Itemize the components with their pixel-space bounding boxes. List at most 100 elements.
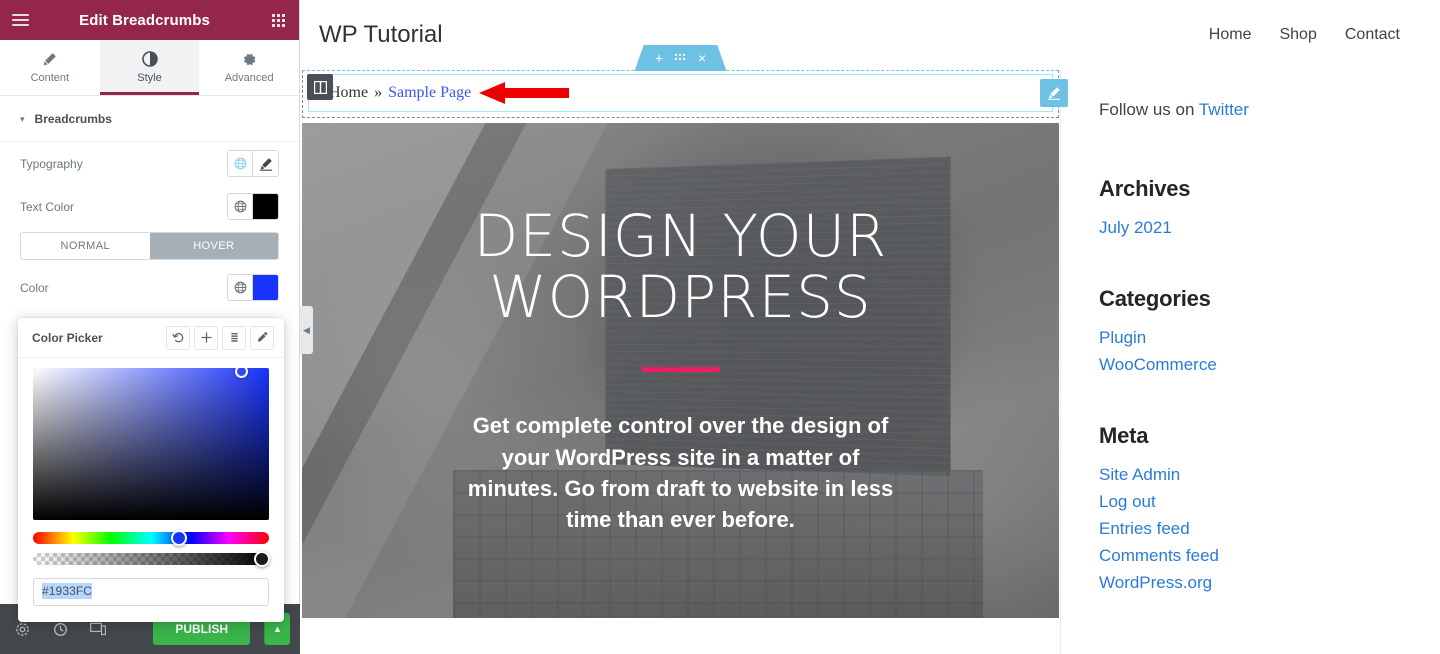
meta-link-entries-feed[interactable]: Entries feed [1099, 519, 1190, 538]
color-picker-eyedropper-button[interactable] [250, 325, 274, 350]
hex-color-input[interactable] [33, 578, 269, 606]
column-handle[interactable] [307, 74, 333, 100]
hover-color-buttons [227, 274, 279, 301]
preview-canvas: WP Tutorial Home Shop Contact + × Home »… [301, 0, 1440, 654]
edit-widget-button[interactable] [1040, 79, 1068, 107]
panel-collapse-handle[interactable]: ◀ [300, 306, 313, 354]
contrast-half-circle-icon [141, 51, 158, 67]
hamburger-icon [11, 19, 29, 21]
saturation-value-area[interactable] [33, 368, 269, 520]
color-picker-popup: Color Picker #1933FC [18, 318, 284, 622]
tab-style-label: Style [137, 72, 162, 84]
meta-link-comments-feed[interactable]: Comments feed [1099, 546, 1219, 565]
color-picker-body: #1933FC [18, 358, 284, 622]
color-picker-title: Color Picker [32, 330, 103, 345]
text-color-swatch[interactable] [253, 194, 278, 219]
typography-global-button[interactable] [228, 151, 253, 176]
follow-us-widget: Follow us on Twitter [1099, 100, 1440, 120]
list-item: WooCommerce [1099, 355, 1440, 375]
meta-link-wordpress-org[interactable]: WordPress.org [1099, 573, 1212, 592]
list-item: July 2021 [1099, 218, 1440, 238]
globe-icon [234, 281, 246, 294]
pencil-icon [43, 52, 57, 65]
control-text-color: Text Color [20, 185, 279, 228]
follow-prefix: Follow us on [1099, 100, 1195, 119]
gear-icon [243, 53, 256, 65]
alpha-slider[interactable] [33, 551, 270, 567]
tab-advanced-label: Advanced [224, 71, 274, 84]
typography-buttons [227, 150, 279, 177]
swatch-library-icon [230, 332, 238, 342]
hover-color-global-button[interactable] [228, 275, 253, 300]
delete-section-button[interactable]: × [698, 50, 706, 66]
hue-slider[interactable] [33, 530, 269, 546]
text-color-global-button[interactable] [228, 194, 253, 219]
text-color-buttons [227, 193, 279, 220]
add-section-button[interactable]: + [655, 50, 663, 66]
section-toolbar: + × [634, 45, 727, 71]
eyedropper-icon [257, 332, 267, 342]
color-picker-header: Color Picker [18, 318, 284, 358]
column-layout-icon [313, 80, 327, 94]
nav-item-home[interactable]: Home [1209, 26, 1252, 44]
twitter-link[interactable]: Twitter [1199, 100, 1249, 119]
breadcrumb: Home » Sample Page [329, 84, 471, 102]
control-typography: Typography [20, 142, 279, 185]
color-picker-add-button[interactable] [194, 325, 218, 350]
alpha-bar [33, 553, 269, 565]
breadcrumb-home-link[interactable]: Home [329, 84, 368, 101]
category-link-plugin[interactable]: Plugin [1099, 328, 1146, 347]
control-text-color-label: Text Color [20, 199, 75, 214]
typography-edit-button[interactable] [253, 151, 278, 176]
style-controls: Typography Text Color NORMAL HOVER Color [0, 142, 299, 309]
hue-bar [33, 532, 269, 544]
list-item: Site Admin [1099, 465, 1440, 485]
control-hover-color-label: Color [20, 280, 49, 295]
globe-icon [234, 157, 246, 170]
elementor-editor: WP Tutorial Home Shop Contact + × Home »… [0, 0, 1440, 654]
state-switcher: NORMAL HOVER [20, 232, 279, 260]
list-item: Plugin [1099, 328, 1440, 348]
drag-section-handle[interactable] [675, 53, 686, 63]
globe-icon [234, 200, 246, 213]
section-breadcrumbs-header[interactable]: ▾ Breadcrumbs [0, 96, 299, 142]
state-hover-button[interactable]: HOVER [149, 233, 278, 259]
section-breadcrumbs-label: Breadcrumbs [34, 111, 112, 126]
pencil-edit-icon [1047, 87, 1061, 100]
site-sidebar: Follow us on Twitter Archives July 2021 … [1060, 70, 1440, 654]
meta-link-log-out[interactable]: Log out [1099, 492, 1156, 511]
control-hover-color: Color [20, 266, 279, 309]
panel-title: Edit Breadcrumbs [79, 11, 210, 29]
chevron-down-icon: ▾ [20, 114, 25, 124]
archive-link-july-2021[interactable]: July 2021 [1099, 218, 1172, 237]
annotation-red-arrow [479, 82, 569, 104]
archives-list: July 2021 [1099, 218, 1440, 238]
color-picker-library-button[interactable] [222, 325, 246, 350]
color-picker-undo-button[interactable] [166, 325, 190, 350]
hex-field-wrapper: #1933FC [33, 574, 269, 606]
site-nav: Home Shop Contact [1209, 26, 1400, 44]
breadcrumb-separator: » [374, 84, 383, 101]
tab-content[interactable]: Content [0, 40, 100, 95]
list-item: Log out [1099, 492, 1440, 512]
grid-apps-icon [271, 13, 285, 27]
state-normal-button[interactable]: NORMAL [21, 233, 150, 259]
responsive-device-icon [90, 622, 106, 636]
breadcrumb-section[interactable]: + × Home » Sample Page [302, 45, 1068, 118]
category-link-woocommerce[interactable]: WooCommerce [1099, 355, 1217, 374]
meta-link-site-admin[interactable]: Site Admin [1099, 465, 1180, 484]
list-item: Entries feed [1099, 519, 1440, 539]
tab-advanced[interactable]: Advanced [199, 40, 300, 95]
alpha-slider-handle[interactable] [254, 551, 270, 567]
panel-apps-button[interactable] [257, 13, 299, 27]
widget-title-meta: Meta [1099, 423, 1149, 448]
nav-item-contact[interactable]: Contact [1345, 26, 1400, 44]
breadcrumb-current-link[interactable]: Sample Page [388, 84, 471, 101]
hover-color-swatch[interactable] [253, 275, 278, 300]
site-title: WP Tutorial [319, 21, 443, 48]
hero-subtitle: Get complete control over the design of … [467, 413, 894, 533]
nav-item-shop[interactable]: Shop [1279, 26, 1316, 44]
panel-tabs: Content Style Advanced [0, 40, 300, 96]
breadcrumbs-widget[interactable]: Home » Sample Page [308, 74, 1068, 112]
tab-style[interactable]: Style [99, 40, 200, 95]
